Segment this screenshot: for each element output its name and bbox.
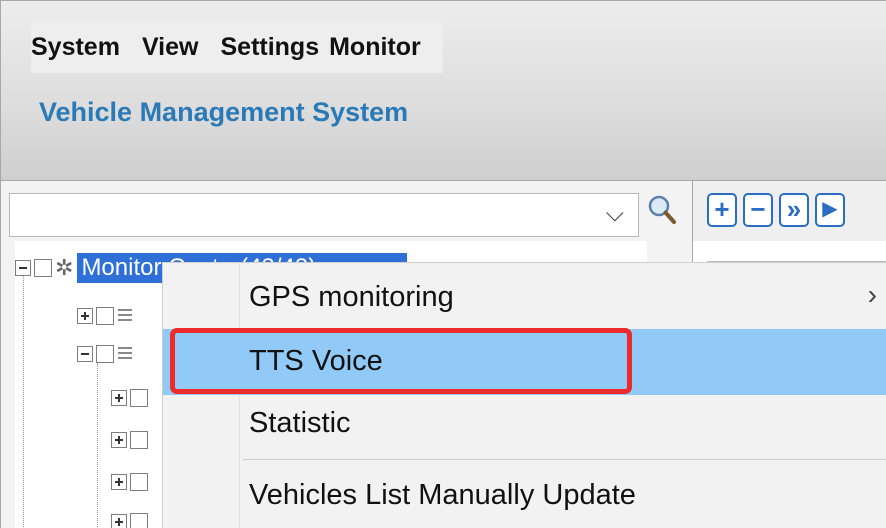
menu-item-gps-monitoring[interactable]: GPS monitoring › [163, 265, 886, 331]
tree-row[interactable] [111, 383, 148, 413]
flag-button[interactable]: ▶ [815, 193, 845, 227]
zoom-in-icon: + [714, 194, 730, 224]
pan-icon: » [786, 194, 802, 224]
search-icon [648, 195, 676, 224]
collapse-icon[interactable] [15, 260, 31, 276]
expand-icon[interactable] [111, 514, 127, 528]
tree-row[interactable] [77, 301, 132, 331]
menu-separator [243, 459, 886, 460]
annotation-highlight-box [170, 328, 632, 394]
expand-icon[interactable] [111, 432, 127, 448]
tree-guide-line [97, 363, 98, 528]
tree-row[interactable] [111, 467, 148, 497]
menu-item-statistic[interactable]: Statistic [163, 391, 886, 457]
app-header: System View Settings Monitor Vehicle Man… [0, 0, 886, 180]
zoom-out-button[interactable]: − [743, 193, 773, 227]
tree-guide-line [23, 273, 24, 528]
row-checkbox[interactable] [96, 307, 114, 325]
menu-item-label: Statistic [249, 407, 351, 439]
map-toolbar: + − » ▶ [693, 181, 886, 241]
root-checkbox[interactable] [34, 259, 52, 277]
row-checkbox[interactable] [96, 345, 114, 363]
menu-bar: System View Settings Monitor [31, 21, 443, 73]
context-menu: GPS monitoring › TTS Voice Statistic Veh… [162, 262, 886, 528]
menu-item-label: Vehicles List Manually Update [249, 479, 636, 511]
row-checkbox[interactable] [130, 513, 148, 528]
chevron-down-icon[interactable]: ⌵ [606, 200, 624, 228]
expand-icon[interactable] [77, 308, 93, 324]
zoom-in-button[interactable]: + [707, 193, 737, 227]
menu-settings[interactable]: Settings [220, 33, 319, 62]
pan-button[interactable]: » [779, 193, 809, 227]
zoom-out-icon: − [750, 194, 766, 224]
search-button[interactable] [643, 191, 683, 231]
tree-row[interactable] [111, 507, 148, 528]
tree-row[interactable] [111, 425, 148, 455]
menu-system[interactable]: System [31, 33, 120, 62]
row-checkbox[interactable] [130, 431, 148, 449]
flag-icon: ▶ [822, 198, 838, 220]
tree-row[interactable] [77, 339, 132, 369]
expand-icon[interactable] [111, 474, 127, 490]
menu-monitor[interactable]: Monitor [329, 33, 421, 62]
menu-item-label: GPS monitoring [249, 281, 454, 313]
app-title: Vehicle Management System [39, 97, 409, 127]
expand-icon[interactable] [111, 390, 127, 406]
group-list-icon [118, 347, 132, 361]
row-checkbox[interactable] [130, 473, 148, 491]
vehicle-search-combo[interactable]: ⌵ [9, 193, 639, 237]
gear-icon: ✲ [55, 255, 74, 280]
menu-item-vehicles-list-update[interactable]: Vehicles List Manually Update [163, 463, 886, 528]
row-checkbox[interactable] [130, 389, 148, 407]
group-list-icon [118, 309, 132, 323]
submenu-arrow-icon: › [867, 279, 877, 310]
menu-view[interactable]: View [142, 33, 199, 62]
collapse-icon[interactable] [77, 346, 93, 362]
